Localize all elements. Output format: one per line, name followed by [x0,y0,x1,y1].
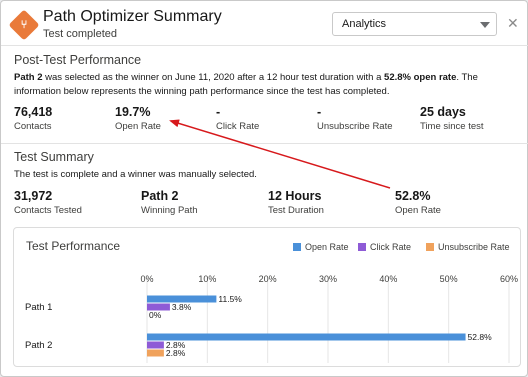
path-optimizer-panel: ⑂ Path Optimizer Summary Test completed … [0,0,528,377]
annotation-arrow-line [169,119,391,189]
annotation-arrow [169,119,391,189]
